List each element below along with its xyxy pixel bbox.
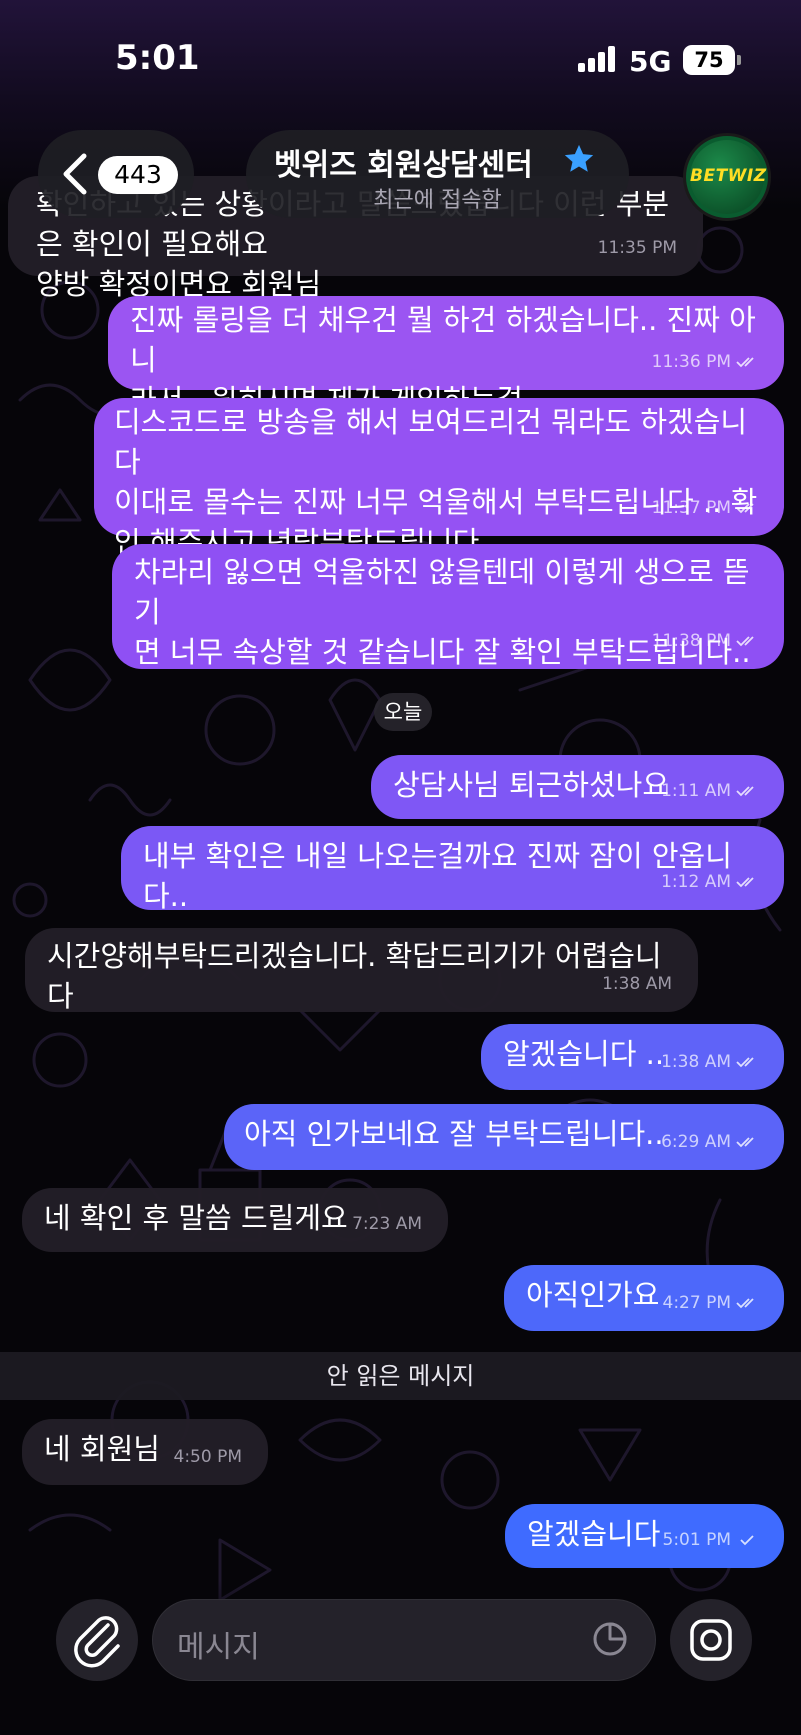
double-check-icon bbox=[736, 636, 754, 647]
double-check-icon bbox=[736, 503, 754, 514]
date-divider: 오늘 bbox=[374, 693, 432, 731]
message-time: 5:01 PM bbox=[662, 1530, 732, 1550]
chevron-left-icon bbox=[63, 153, 87, 195]
message-bubble-outgoing[interactable]: 아직인가요 4:27 PM bbox=[504, 1265, 784, 1331]
message-input-placeholder: 메시지 bbox=[177, 1630, 260, 1665]
message-bubble-outgoing[interactable]: 아직 인가보네요 잘 부탁드립니다.. 6:29 AM bbox=[224, 1104, 784, 1170]
message-bubble-outgoing[interactable]: 알겠습니다 5:01 PM bbox=[505, 1504, 784, 1568]
chat-screen: 5:01 5G 75 443 벳위즈 회원상담센터 최근에 접속함 BETWIZ… bbox=[0, 0, 801, 1735]
chat-title: 벳위즈 회원상담센터 bbox=[274, 148, 533, 183]
message-meta: 1:38 AM bbox=[602, 964, 672, 1004]
single-check-icon bbox=[740, 1535, 754, 1546]
message-bubble-incoming[interactable]: 네 회원님 4:50 PM bbox=[22, 1419, 268, 1485]
message-time: 1:38 AM bbox=[661, 1052, 731, 1072]
message-time: 1:12 AM bbox=[661, 872, 731, 892]
unread-count-badge: 443 bbox=[98, 156, 178, 194]
sticker-icon[interactable] bbox=[591, 1620, 629, 1658]
message-text: 시간양해부탁드리겠습니다. 확답드리기가 어렵습니다 bbox=[47, 939, 662, 1013]
double-check-icon bbox=[736, 1057, 754, 1068]
message-text: 디스코드로 방송을 해서 보여드리건 뭐라도 하겠습니다 이대로 몰수는 진짜 … bbox=[114, 405, 758, 559]
last-seen-status: 최근에 접속함 bbox=[373, 188, 502, 213]
message-meta: 11:38 PM bbox=[652, 621, 758, 661]
avatar[interactable]: BETWIZ bbox=[683, 133, 771, 221]
message-meta: 4:27 PM bbox=[663, 1283, 759, 1323]
message-meta: 1:12 AM bbox=[661, 862, 758, 902]
message-time: 6:29 AM bbox=[661, 1132, 731, 1152]
message-time: 1:11 AM bbox=[661, 781, 731, 801]
message-time: 11:35 PM bbox=[597, 238, 677, 258]
message-time: 4:27 PM bbox=[662, 1293, 732, 1313]
message-bubble-outgoing[interactable]: 내부 확인은 내일 나오는걸까요 진짜 잠이 안옵니다.. 1:12 AM bbox=[121, 826, 784, 913]
message-meta: 11:37 PM bbox=[652, 488, 758, 528]
message-time: 11:37 PM bbox=[651, 498, 731, 518]
avatar-logo-text: BETWIZ bbox=[690, 166, 767, 186]
paperclip-icon bbox=[74, 1616, 120, 1668]
unread-messages-divider: 안 읽은 메시지 bbox=[0, 1352, 801, 1400]
avatar-image: BETWIZ bbox=[690, 140, 767, 214]
message-bubble-outgoing[interactable]: 차라리 잃으면 억울하진 않을텐데 이렇게 생으로 뜯기 면 너무 속상할 것 … bbox=[112, 544, 784, 669]
message-time: 4:50 PM bbox=[173, 1447, 243, 1467]
message-bubble-outgoing[interactable]: 알겠습니다 .. 1:38 AM bbox=[481, 1024, 784, 1090]
message-meta: 11:35 PM bbox=[598, 228, 677, 268]
battery-icon: 75 bbox=[683, 45, 741, 75]
double-check-icon bbox=[736, 1137, 754, 1148]
network-type: 5G bbox=[629, 45, 672, 78]
message-time: 7:23 AM bbox=[352, 1214, 422, 1234]
double-check-icon bbox=[736, 877, 754, 888]
message-time: 11:38 PM bbox=[651, 631, 731, 651]
battery-level: 75 bbox=[694, 48, 724, 72]
status-time: 5:01 bbox=[115, 38, 200, 78]
message-input[interactable]: 메시지 bbox=[152, 1599, 656, 1681]
star-icon bbox=[564, 144, 594, 172]
message-meta: 1:11 AM bbox=[661, 771, 758, 811]
message-meta: 7:23 AM bbox=[352, 1204, 422, 1244]
camera-icon bbox=[690, 1619, 732, 1661]
message-bubble-incoming[interactable]: 시간양해부탁드리겠습니다. 확답드리기가 어렵습니다 1:38 AM bbox=[25, 928, 698, 1013]
status-bar: 5:01 5G 75 bbox=[0, 0, 801, 100]
message-meta: 1:38 AM bbox=[661, 1042, 758, 1082]
attach-button[interactable] bbox=[56, 1599, 138, 1681]
message-meta: 6:29 AM bbox=[661, 1122, 758, 1162]
message-bubble-outgoing[interactable]: 디스코드로 방송을 해서 보여드리건 뭐라도 하겠습니다 이대로 몰수는 진짜 … bbox=[94, 398, 784, 559]
message-meta: 4:50 PM bbox=[174, 1437, 243, 1477]
message-bubble-outgoing[interactable]: 진짜 롤링을 더 채우건 뭘 하건 하겠습니다.. 진짜 아니 라서.. 원히시… bbox=[108, 296, 784, 417]
chat-title-pill[interactable]: 벳위즈 회원상담센터 최근에 접속함 bbox=[246, 130, 629, 218]
message-meta: 5:01 PM bbox=[663, 1520, 759, 1560]
camera-button[interactable] bbox=[670, 1599, 752, 1681]
message-time: 1:38 AM bbox=[602, 974, 672, 994]
double-check-icon bbox=[736, 786, 754, 797]
double-check-icon bbox=[736, 1298, 754, 1309]
signal-icon bbox=[578, 46, 618, 72]
double-check-icon bbox=[736, 357, 754, 368]
message-bubble-outgoing[interactable]: 상담사님 퇴근하셨나요 1:11 AM bbox=[371, 755, 784, 819]
message-time: 11:36 PM bbox=[651, 352, 731, 372]
message-bubble-incoming[interactable]: 네 확인 후 말씀 드릴게요 7:23 AM bbox=[22, 1188, 448, 1252]
back-button[interactable]: 443 bbox=[38, 130, 194, 218]
message-meta: 11:36 PM bbox=[652, 342, 758, 382]
